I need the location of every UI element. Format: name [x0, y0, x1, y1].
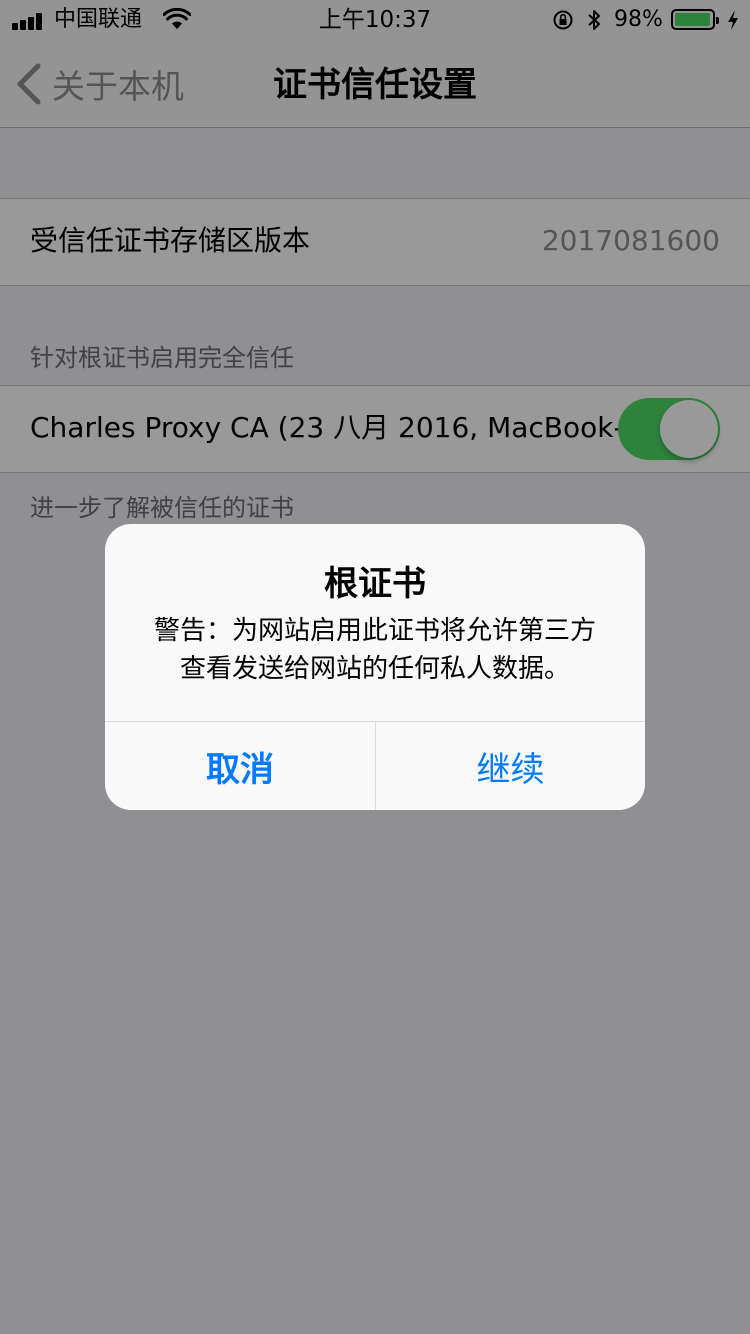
- alert-message-line-2: 查看发送给网站的任何私人数据。: [179, 654, 570, 684]
- alert-message: 警告：为网站启用此证书将允许第三方 查看发送给网站的任何私人数据。: [135, 612, 615, 688]
- cancel-button[interactable]: 取消: [105, 722, 375, 810]
- continue-button[interactable]: 继续: [376, 722, 645, 810]
- alert-message-line-1: 警告：为网站启用此证书将允许第三方: [153, 616, 596, 646]
- root-certificate-alert: 根证书 警告：为网站启用此证书将允许第三方 查看发送给网站的任何私人数据。 取消…: [105, 524, 645, 810]
- alert-title: 根证书: [324, 564, 426, 604]
